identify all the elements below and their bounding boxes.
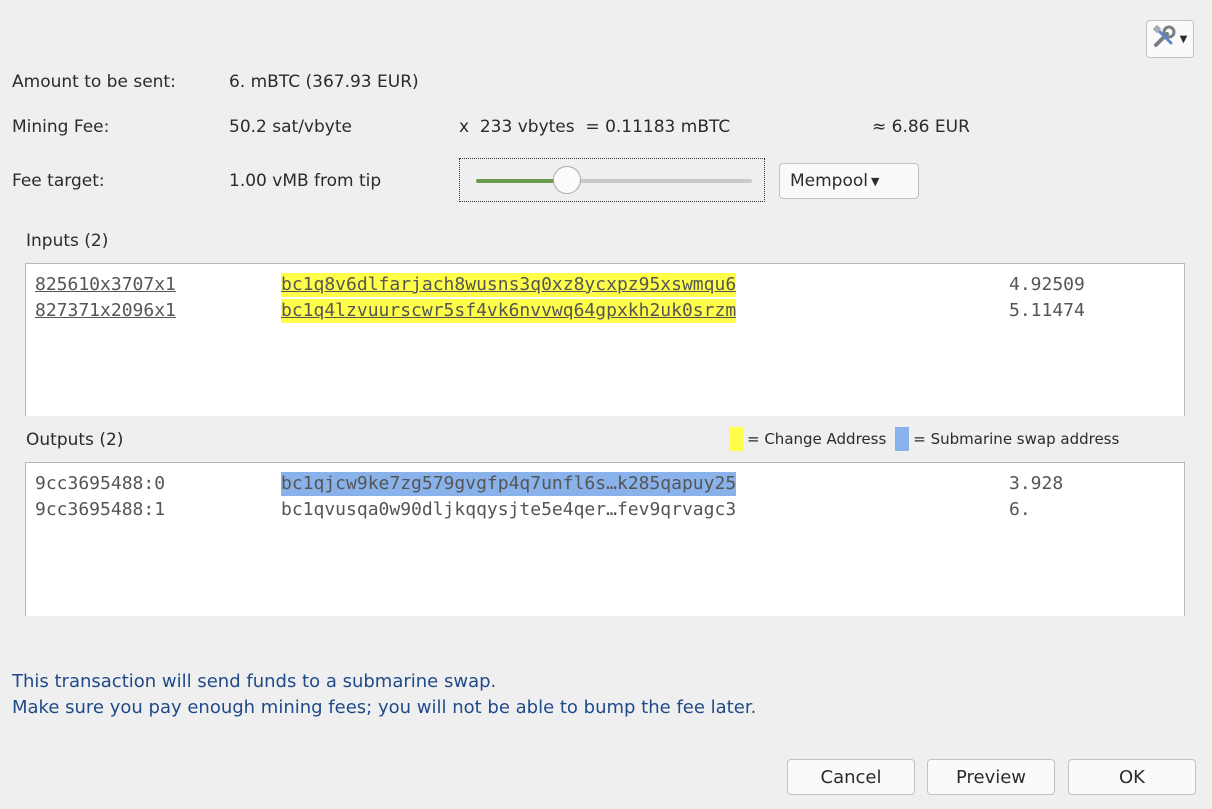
fee-target-label: Fee target: (12, 171, 105, 191)
input-address[interactable]: bc1q8v6dlfarjach8wusns3q0xz8ycxpz95xswmq… (281, 273, 737, 297)
input-amount: 4.92509 (1009, 274, 1085, 295)
amount-value: 6. mBTC (367.93 EUR) (229, 72, 419, 92)
fee-rate: 50.2 sat/vbyte (229, 117, 352, 137)
fee-calculation: x 233 vbytes = 0.11183 mBTC (459, 117, 731, 137)
inputs-list[interactable]: 825610x3707x1 bc1q8v6dlfarjach8wusns3q0x… (25, 263, 1185, 416)
ok-button[interactable]: OK (1068, 759, 1196, 795)
fee-fiat: ≈ 6.86 EUR (872, 117, 970, 137)
fee-label: Mining Fee: (12, 117, 110, 137)
swap-swatch (895, 427, 910, 451)
fee-target-value: 1.00 vMB from tip (229, 171, 382, 191)
swap-warning: This transaction will send funds to a su… (12, 669, 756, 721)
preview-button[interactable]: Preview (927, 759, 1055, 795)
fee-method-select[interactable]: Mempool ▼ (779, 163, 919, 199)
change-swatch (729, 427, 743, 451)
output-address[interactable]: bc1qvusqa0w90dljkqqysjte5e4qer…fev9qrvag… (281, 498, 736, 522)
table-row[interactable]: 9cc3695488:1 bc1qvusqa0w90dljkqqysjte5e4… (26, 498, 1184, 522)
fee-slider[interactable] (459, 158, 765, 202)
legend-swap-label: = Submarine swap address (913, 430, 1120, 448)
table-row[interactable]: 9cc3695488:0 bc1qjcw9ke7zg579gvgfp4q7unf… (26, 472, 1184, 496)
chevron-down-icon: ▼ (871, 174, 880, 188)
chevron-down-icon: ▼ (1179, 33, 1188, 45)
amount-label: Amount to be sent: (12, 72, 176, 92)
fee-method-value: Mempool (790, 171, 869, 191)
output-amount: 3.928 (1009, 473, 1064, 494)
input-outpoint[interactable]: 825610x3707x1 (35, 273, 176, 297)
input-address[interactable]: bc1q4lzvuurscwr5sf4vk6nvvwq64gpxkh2uk0sr… (281, 299, 737, 323)
output-outpoint: 9cc3695488:0 (35, 473, 166, 494)
outputs-title: Outputs (2) (26, 430, 124, 450)
table-row[interactable]: 825610x3707x1 bc1q8v6dlfarjach8wusns3q0x… (26, 273, 1184, 297)
output-outpoint: 9cc3695488:1 (35, 499, 166, 520)
table-row[interactable]: 827371x2096x1 bc1q4lzvuurscwr5sf4vk6nvvw… (26, 299, 1184, 323)
output-address[interactable]: bc1qjcw9ke7zg579gvgfp4q7unfl6s…k285qapuy… (281, 472, 737, 496)
address-legend: = Change Address = Submarine swap addres… (729, 427, 1119, 451)
output-amount: 6. (1009, 499, 1031, 520)
warning-line-1: This transaction will send funds to a su… (12, 671, 497, 692)
outputs-list[interactable]: 9cc3695488:0 bc1qjcw9ke7zg579gvgfp4q7unf… (25, 462, 1185, 616)
warning-line-2: Make sure you pay enough mining fees; yo… (12, 697, 757, 718)
cancel-button[interactable]: Cancel (787, 759, 915, 795)
slider-handle[interactable] (553, 166, 582, 194)
tools-icon (1152, 24, 1179, 54)
inputs-title: Inputs (2) (26, 231, 109, 251)
tools-button[interactable]: ▼ (1146, 20, 1194, 58)
input-amount: 5.11474 (1009, 300, 1085, 321)
legend-change-label: = Change Address (747, 430, 887, 448)
input-outpoint[interactable]: 827371x2096x1 (35, 299, 176, 323)
